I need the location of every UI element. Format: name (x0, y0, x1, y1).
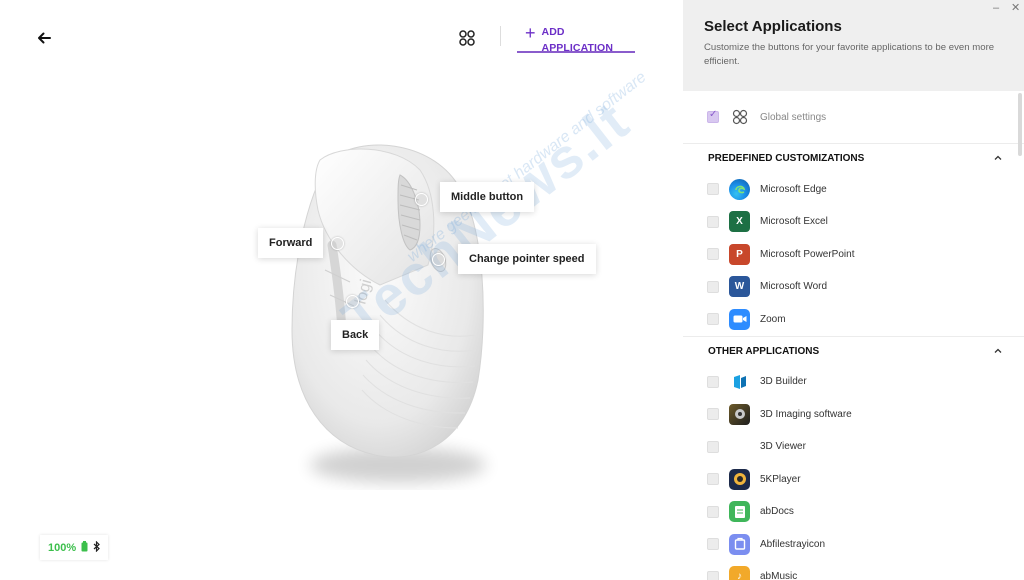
app-name: Zoom (760, 313, 786, 325)
pointer-speed-hotspot[interactable] (432, 253, 445, 266)
app-row-zoom[interactable]: Zoom (683, 303, 1024, 336)
excel-icon: X (729, 211, 750, 233)
app-name: abDocs (760, 506, 794, 518)
middle-button-hotspot[interactable] (415, 193, 428, 206)
app-name: 3D Viewer (760, 441, 806, 453)
app-checkbox[interactable] (707, 280, 719, 293)
section-title: PREDEFINED CUSTOMIZATIONS (708, 153, 865, 164)
app-row-abdocs[interactable]: abDocs (683, 496, 1024, 529)
back-callout[interactable]: Back (331, 320, 380, 350)
app-checkbox[interactable] (707, 505, 719, 518)
3d-builder-icon (729, 371, 750, 392)
battery-icon (81, 539, 88, 557)
middle-button-callout[interactable]: Middle button (440, 182, 535, 212)
abmusic-icon: ♪ (729, 566, 750, 580)
app-row-abmusic[interactable]: ♪ abMusic (683, 561, 1024, 580)
app-checkbox[interactable] (707, 183, 719, 196)
abdocs-icon (729, 501, 750, 523)
app-checkbox[interactable] (707, 215, 719, 228)
global-settings-checkbox[interactable] (707, 109, 719, 123)
chevron-up-icon (994, 348, 1002, 353)
app-name: Microsoft Word (760, 281, 828, 293)
back-hotspot[interactable] (346, 295, 359, 308)
select-applications-panel: Select Applications Customize the button… (683, 0, 1024, 580)
forward-hotspot[interactable] (331, 237, 344, 250)
app-name: Microsoft Excel (760, 216, 828, 228)
global-settings-label: Global settings (760, 111, 827, 123)
zoom-icon (729, 308, 750, 330)
global-settings-row[interactable]: Global settings (683, 91, 1024, 143)
forward-callout[interactable]: Forward (258, 228, 324, 258)
app-name: Abfilestrayicon (760, 538, 826, 550)
minimize-icon[interactable]: – (993, 2, 999, 14)
app-row-microsoft-excel[interactable]: X Microsoft Excel (683, 206, 1024, 239)
plus-icon: + (525, 23, 536, 43)
app-checkbox[interactable] (707, 570, 719, 580)
change-pointer-speed-callout[interactable]: Change pointer speed (458, 244, 596, 274)
panel-scrollbar[interactable] (1018, 93, 1022, 156)
word-icon: W (729, 276, 750, 298)
battery-status: 100% (40, 535, 108, 560)
section-title: OTHER APPLICATIONS (708, 345, 820, 357)
app-checkbox[interactable] (707, 408, 719, 421)
3d-viewer-icon (729, 436, 750, 457)
toolbar-divider (500, 26, 501, 46)
bluetooth-icon (93, 539, 101, 557)
panel-title: Select Applications (704, 18, 842, 35)
app-name: 5KPlayer (760, 473, 801, 485)
5kplayer-icon (729, 468, 750, 490)
app-row-3d-builder[interactable]: 3D Builder (683, 366, 1024, 399)
applications-grid-icon[interactable] (458, 29, 476, 47)
app-row-3d-imaging-software[interactable]: 3D Imaging software (683, 398, 1024, 431)
global-settings-icon (729, 107, 750, 128)
app-name: 3D Builder (760, 376, 807, 388)
app-checkbox[interactable] (707, 375, 719, 388)
edge-icon (729, 178, 750, 200)
app-row-microsoft-edge[interactable]: Microsoft Edge (683, 173, 1024, 206)
app-row-3d-viewer[interactable]: 3D Viewer (683, 431, 1024, 464)
app-checkbox[interactable] (707, 538, 719, 551)
app-checkbox[interactable] (707, 248, 719, 261)
device-canvas: + ADD APPLICATION logi TechNews.lt where… (0, 0, 683, 580)
app-checkbox[interactable] (707, 313, 719, 326)
section-other-applications[interactable]: OTHER APPLICATIONS (683, 335, 1024, 366)
add-application-label: ADD APPLICATION (541, 26, 614, 54)
app-row-microsoft-word[interactable]: W Microsoft Word (683, 271, 1024, 304)
app-name: 3D Imaging software (760, 408, 852, 420)
app-name: abMusic (760, 571, 798, 580)
app-row-microsoft-powerpoint[interactable]: P Microsoft PowerPoint (683, 238, 1024, 271)
abfilestray-icon (729, 533, 750, 555)
powerpoint-icon: P (729, 243, 750, 265)
add-application-button[interactable]: + ADD APPLICATION (517, 23, 635, 54)
app-name: Microsoft Edge (760, 183, 827, 195)
3d-imaging-icon (729, 403, 750, 425)
chevron-up-icon (994, 155, 1002, 160)
back-arrow-icon[interactable] (34, 28, 54, 48)
app-row-5kplayer[interactable]: 5KPlayer (683, 463, 1024, 496)
applications-list[interactable]: Global settings PREDEFINED CUSTOMIZATION… (683, 91, 1024, 580)
app-checkbox[interactable] (707, 473, 719, 486)
panel-header: Select Applications Customize the button… (683, 0, 1024, 91)
battery-percent: 100% (48, 541, 77, 554)
section-predefined-customizations[interactable]: PREDEFINED CUSTOMIZATIONS (683, 143, 1024, 173)
app-row-abfilestrayicon[interactable]: Abfilestrayicon (683, 528, 1024, 561)
close-icon[interactable]: ✕ (1011, 1, 1020, 14)
app-name: Microsoft PowerPoint (760, 248, 855, 260)
panel-description: Customize the buttons for your favorite … (704, 42, 995, 67)
app-checkbox[interactable] (707, 440, 719, 453)
